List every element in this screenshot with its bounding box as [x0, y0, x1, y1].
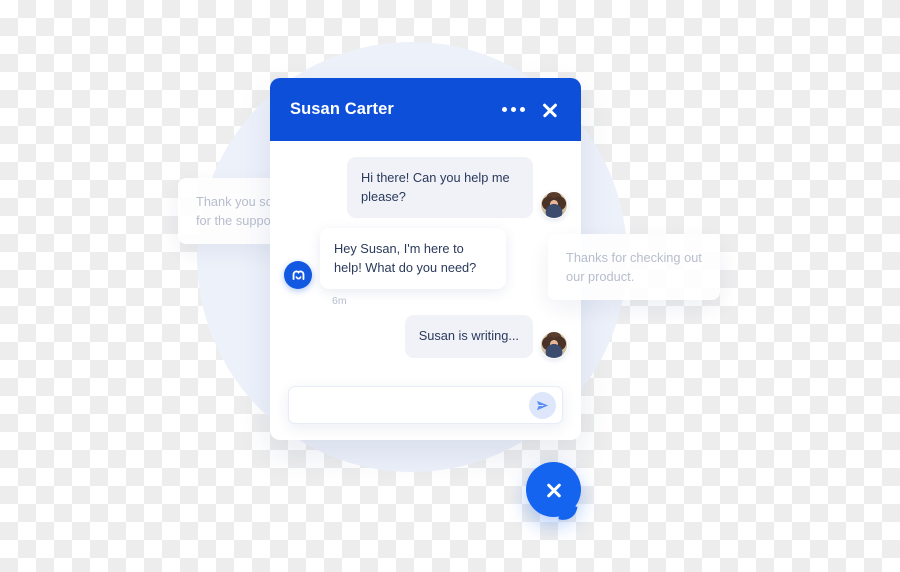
send-paper-plane-icon	[536, 400, 549, 410]
close-icon[interactable]	[541, 101, 559, 119]
dot	[502, 107, 507, 112]
typing-indicator-bubble: Susan is writing...	[404, 315, 533, 358]
message-bubble: Hey Susan, I'm here to help! What do you…	[320, 228, 506, 290]
message-row-incoming: Hi there! Can you help me please?	[284, 157, 567, 219]
chat-widget-header: Susan Carter	[270, 78, 581, 141]
bot-avatar-logo	[284, 261, 312, 290]
message-input[interactable]	[301, 398, 529, 412]
message-bubble: Hi there! Can you help me please?	[347, 157, 533, 219]
user-avatar-photo	[541, 192, 567, 219]
message-row-typing-indicator: Susan is writing...	[284, 315, 567, 358]
floating-quote-text: Thanks for checking out our product.	[566, 250, 702, 285]
dot	[511, 107, 516, 112]
message-timestamp: 6m	[332, 295, 347, 308]
dot	[520, 107, 525, 112]
header-actions	[502, 101, 559, 119]
send-button[interactable]	[529, 391, 556, 419]
chat-contact-name: Susan Carter	[290, 100, 394, 118]
more-options-dots-icon[interactable]	[502, 107, 525, 112]
message-composer[interactable]	[288, 386, 563, 424]
floating-quote-card-right: Thanks for checking out our product.	[548, 234, 720, 301]
close-icon	[545, 481, 563, 499]
chat-launcher-button[interactable]	[526, 462, 581, 517]
message-row-outgoing: Hey Susan, I'm here to help! What do you…	[284, 228, 567, 290]
chat-widget: Susan Carter Hi there! Can you help me p…	[270, 78, 581, 440]
user-avatar-photo	[541, 331, 567, 358]
